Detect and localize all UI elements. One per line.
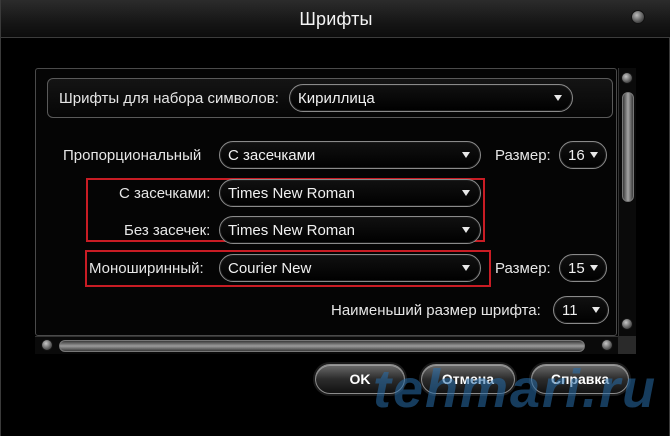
proportional-value: С засечками: [228, 147, 316, 164]
chevron-down-icon: [554, 95, 562, 101]
fonts-dialog: Шрифты Шрифты для набора символов: Кирил…: [0, 0, 670, 436]
charset-value: Кириллица: [298, 90, 375, 107]
proportional-size-select[interactable]: 16: [559, 141, 607, 169]
chevron-down-icon: [462, 152, 470, 158]
monospace-size-select[interactable]: 15: [559, 254, 607, 282]
scroll-right-icon[interactable]: [601, 339, 613, 351]
title-bar: Шрифты: [1, 0, 670, 38]
serif-value: Times New Roman: [228, 185, 355, 202]
ok-button[interactable]: OK: [315, 364, 405, 394]
sans-serif-select[interactable]: Times New Roman: [219, 216, 481, 244]
sans-serif-label: Без засечек:: [124, 222, 211, 239]
chevron-down-icon: [462, 227, 470, 233]
monospace-label: Моноширинный:: [89, 260, 204, 277]
proportional-size-label: Размер:: [495, 147, 551, 164]
monospace-value: Courier New: [228, 260, 312, 277]
window-menu-icon[interactable]: [631, 10, 645, 24]
min-size-value: 11: [562, 302, 578, 319]
sans-serif-value: Times New Roman: [228, 222, 355, 239]
vertical-scroll-thumb[interactable]: [622, 92, 634, 202]
min-size-select[interactable]: 11: [553, 296, 609, 324]
proportional-label: Пропорциональный: [63, 147, 202, 164]
vertical-scrollbar[interactable]: [618, 68, 636, 336]
proportional-select[interactable]: С засечками: [219, 141, 481, 169]
scroll-left-icon[interactable]: [41, 339, 53, 351]
cancel-button[interactable]: Отмена: [421, 364, 515, 394]
horizontal-scroll-thumb[interactable]: [59, 340, 585, 352]
chevron-down-icon: [592, 307, 600, 313]
monospace-size-label: Размер:: [495, 260, 551, 277]
min-size-label: Наименьший размер шрифта:: [331, 302, 541, 319]
chevron-down-icon: [590, 265, 598, 271]
scroll-up-icon[interactable]: [621, 72, 633, 84]
serif-label: С засечками:: [119, 185, 211, 202]
chevron-down-icon: [462, 190, 470, 196]
window-title: Шрифты: [299, 9, 373, 29]
monospace-size-value: 15: [568, 260, 585, 277]
help-button[interactable]: Справка: [531, 364, 629, 394]
monospace-select[interactable]: Courier New: [219, 254, 481, 282]
chevron-down-icon: [462, 265, 470, 271]
proportional-size-value: 16: [568, 147, 585, 164]
chevron-down-icon: [590, 152, 598, 158]
horizontal-scrollbar[interactable]: [35, 336, 618, 354]
charset-label: Шрифты для набора символов:: [59, 90, 279, 107]
scroll-down-icon[interactable]: [621, 318, 633, 330]
scrollbar-corner: [618, 336, 636, 354]
serif-select[interactable]: Times New Roman: [219, 179, 481, 207]
charset-select[interactable]: Кириллица: [289, 84, 573, 112]
